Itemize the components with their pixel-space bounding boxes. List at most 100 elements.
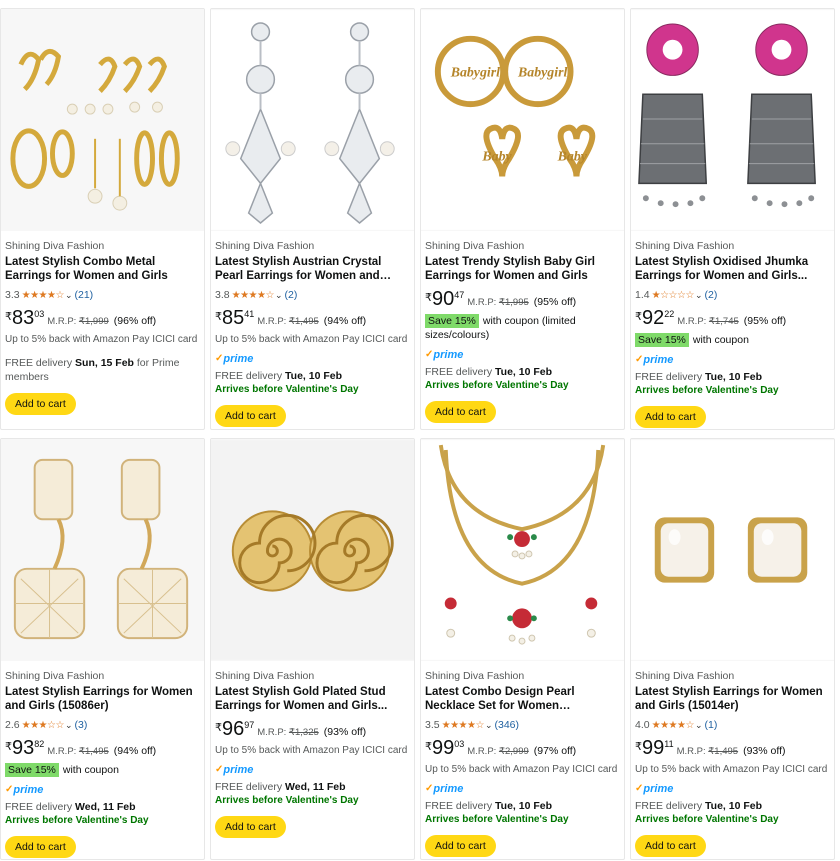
cashback-offer: Up to 5% back with Amazon Pay ICICI card: [5, 334, 198, 345]
chevron-down-icon[interactable]: ⌄: [65, 290, 73, 301]
add-to-cart-button[interactable]: Add to cart: [425, 401, 496, 423]
babygirl-hoops-image: Babygirl Babygirl Baby Baby: [421, 10, 624, 230]
rating-count[interactable]: (346): [494, 719, 519, 731]
mrp-value: ₹1,325: [288, 727, 319, 738]
coupon-offer[interactable]: Save 15% with coupon: [635, 333, 830, 347]
product-title[interactable]: Latest Trendy Stylish Baby Girl Earrings…: [425, 255, 620, 283]
product-rating[interactable]: 1.4 ★☆☆☆☆ ⌄ (2): [635, 288, 830, 302]
cube-drop-image: [1, 440, 204, 660]
price-block: ₹ 92 22 M.R.P: ₹1,745 (95% off): [635, 308, 830, 330]
product-card: Babygirl Babygirl Baby Baby Shining Diva F…: [420, 8, 625, 430]
prime-badge: ✓ prime: [635, 353, 830, 366]
product-image[interactable]: [211, 9, 414, 231]
prime-badge: ✓ prime: [215, 763, 410, 776]
product-card: Shining Diva Fashion Latest Stylish Aust…: [210, 8, 415, 430]
product-title[interactable]: Latest Stylish Earrings for Women and Gi…: [635, 685, 830, 713]
price-fraction: 11: [664, 739, 674, 749]
rating-value: 3.8: [215, 289, 230, 301]
product-image[interactable]: [1, 439, 204, 661]
product-image[interactable]: [421, 439, 624, 661]
star-rating-icon: ★★★★☆: [441, 719, 485, 731]
price-block: ₹ 83 03 M.R.P: ₹1,999 (96% off): [5, 308, 200, 330]
product-title[interactable]: Latest Stylish Gold Plated Stud Earrings…: [215, 685, 410, 713]
product-title[interactable]: Latest Stylish Earrings for Women and Gi…: [5, 685, 200, 713]
chevron-down-icon[interactable]: ⌄: [485, 720, 493, 731]
star-rating-icon: ★★★★☆: [21, 289, 65, 301]
delivery-date: Tue, 10 Feb: [705, 371, 763, 383]
delivery-info: FREE delivery Wed, 11 Feb: [5, 800, 200, 814]
delivery-label: FREE delivery: [215, 781, 283, 793]
jhumka-image: [631, 10, 834, 230]
product-title[interactable]: Latest Stylish Combo Metal Earrings for …: [5, 255, 200, 283]
price-fraction: 97: [244, 720, 255, 730]
product-image[interactable]: [211, 439, 414, 661]
product-image[interactable]: [631, 9, 834, 231]
add-to-cart-button[interactable]: Add to cart: [635, 835, 706, 857]
product-rating[interactable]: 2.6 ★★★☆☆ ⌄ (3): [5, 718, 200, 732]
product-rating[interactable]: 3.8 ★★★★☆ ⌄ (2): [215, 288, 410, 302]
product-image[interactable]: [1, 9, 204, 231]
mrp-value: ₹1,495: [708, 746, 739, 757]
cashback-offer: Up to 5% back with Amazon Pay ICICI card: [425, 764, 618, 775]
prime-badge: ✓ prime: [5, 783, 200, 796]
mrp: M.R.P: ₹1,745: [677, 316, 739, 327]
price-whole: 96: [222, 718, 245, 740]
mrp-label: M.R.P:: [676, 746, 706, 757]
add-to-cart-button[interactable]: Add to cart: [5, 393, 76, 415]
product-rating[interactable]: 3.5 ★★★★☆ ⌄ (346): [425, 718, 620, 732]
add-to-cart-button[interactable]: Add to cart: [5, 836, 76, 858]
svg-text:Baby: Baby: [481, 149, 512, 164]
product-title[interactable]: Latest Stylish Oxidised Jhumka Earrings …: [635, 255, 830, 283]
delivery-date: Wed, 11 Feb: [285, 781, 346, 793]
chevron-down-icon[interactable]: ⌄: [275, 290, 283, 301]
prime-label: prime: [433, 348, 464, 361]
rating-count[interactable]: (2): [284, 289, 297, 301]
coupon-offer[interactable]: Save 15% with coupon: [5, 763, 200, 777]
star-rating-icon: ★★★★☆: [651, 719, 695, 731]
rating-count[interactable]: (21): [74, 289, 93, 301]
svg-text:Babygirl: Babygirl: [517, 64, 567, 79]
delivery-info: FREE delivery Tue, 10 Feb: [635, 370, 830, 384]
price-whole: 85: [222, 307, 245, 329]
product-rating[interactable]: 3.3 ★★★★☆ ⌄ (21): [5, 288, 200, 302]
product-image[interactable]: Babygirl Babygirl Baby Baby: [421, 9, 624, 231]
price-whole: 90: [432, 288, 455, 310]
delivery-label: FREE delivery: [5, 801, 73, 813]
save-badge: Save 15%: [425, 314, 479, 328]
discount-percent: (96% off): [113, 315, 157, 327]
arrival-note: Arrives before Valentine's Day: [5, 815, 149, 826]
discount-percent: (97% off): [533, 745, 577, 757]
chevron-down-icon[interactable]: ⌄: [65, 720, 73, 731]
rating-count[interactable]: (2): [704, 289, 717, 301]
add-to-cart-button[interactable]: Add to cart: [215, 405, 286, 427]
product-image[interactable]: [631, 439, 834, 661]
add-to-cart-button[interactable]: Add to cart: [425, 835, 496, 857]
coupon-text: with coupon: [692, 334, 749, 346]
product-brand: Shining Diva Fashion: [215, 240, 315, 252]
prime-label: prime: [223, 352, 254, 365]
add-to-cart-button[interactable]: Add to cart: [215, 816, 286, 838]
add-to-cart-button[interactable]: Add to cart: [635, 406, 706, 428]
rating-count[interactable]: (3): [74, 719, 87, 731]
prime-label: prime: [223, 763, 254, 776]
arrival-note: Arrives before Valentine's Day: [215, 795, 359, 806]
product-card: Shining Diva Fashion Latest Stylish Gold…: [210, 438, 415, 860]
product-title[interactable]: Latest Combo Design Pearl Necklace Set f…: [425, 685, 620, 713]
delivery-date: Tue, 10 Feb: [705, 800, 763, 812]
prime-badge: ✓ prime: [215, 352, 410, 365]
price-block: ₹ 90 47 M.R.P: ₹1,995 (95% off): [425, 289, 620, 311]
product-title[interactable]: Latest Stylish Austrian Crystal Pearl Ea…: [215, 255, 410, 283]
coupon-offer[interactable]: Save 15% with coupon (limited sizes/colou…: [425, 314, 620, 342]
chevron-down-icon[interactable]: ⌄: [695, 290, 703, 301]
prime-label: prime: [13, 783, 44, 796]
currency-symbol: ₹: [5, 741, 12, 753]
price-block: ₹ 85 41 M.R.P: ₹1,495 (94% off): [215, 308, 410, 330]
product-rating[interactable]: 4.0 ★★★★☆ ⌄ (1): [635, 718, 830, 732]
prime-badge: ✓ prime: [425, 782, 620, 795]
rating-count[interactable]: (1): [704, 719, 717, 731]
necklace-image: [421, 440, 624, 660]
chevron-down-icon[interactable]: ⌄: [695, 720, 703, 731]
rating-value: 1.4: [635, 289, 650, 301]
delivery-info: FREE delivery Sun, 15 Feb for Prime memb…: [5, 356, 200, 384]
mrp-value: ₹2,999: [498, 746, 529, 757]
